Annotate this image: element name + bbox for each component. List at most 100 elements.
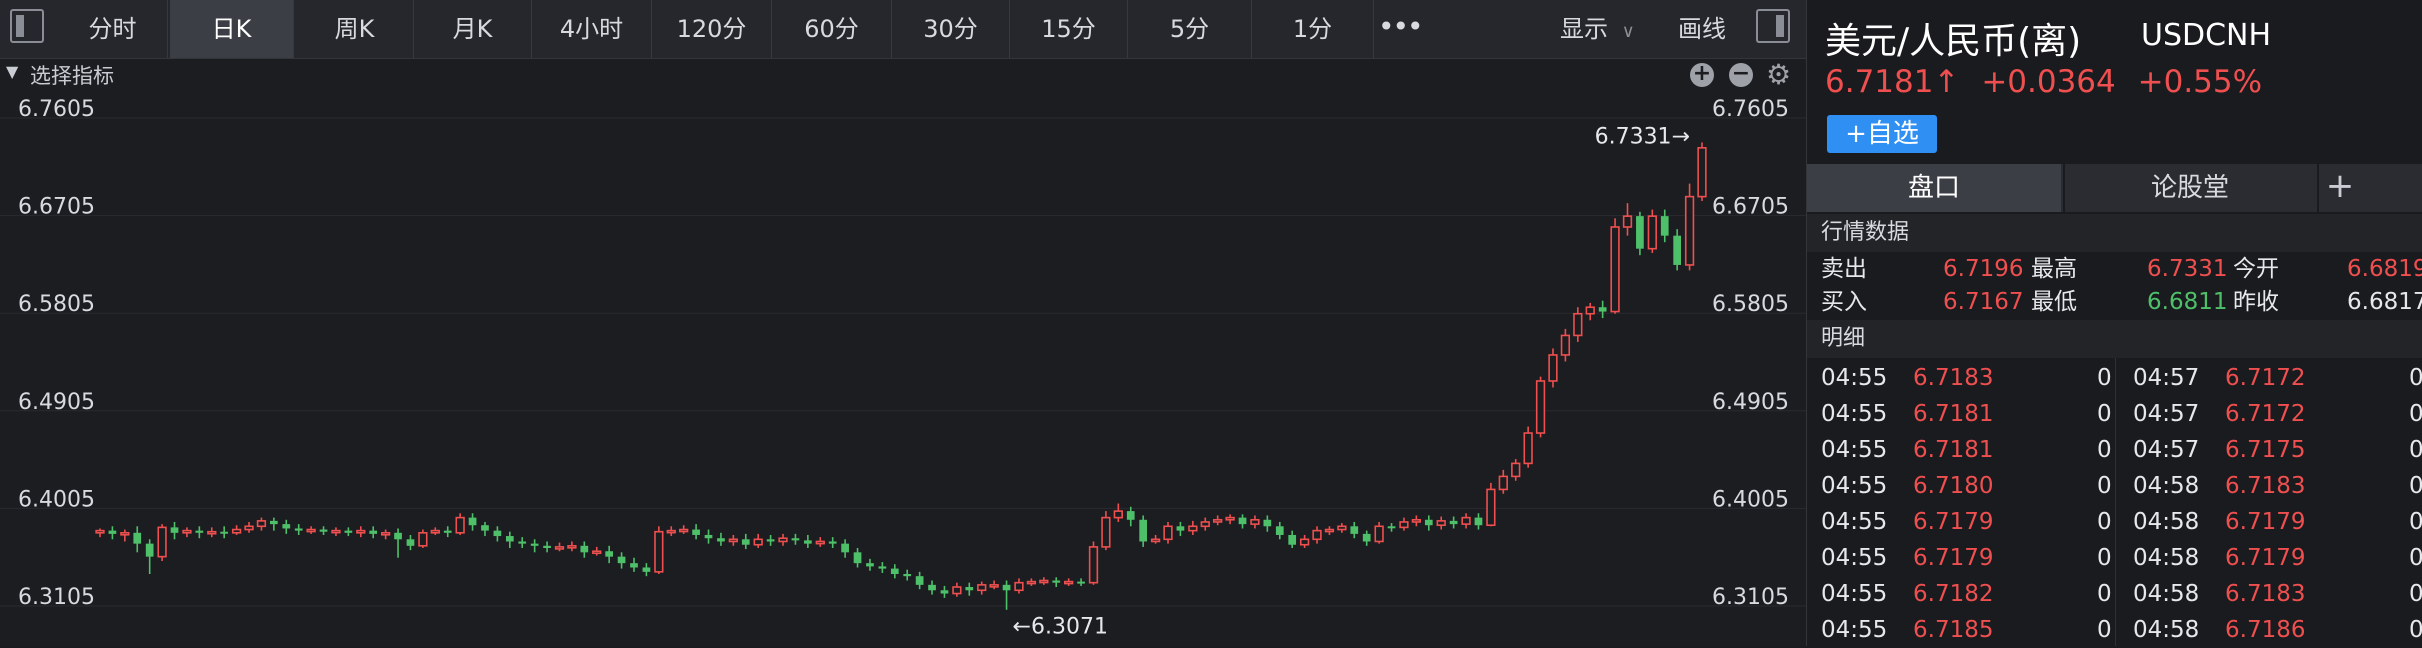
- candle-body-down: [1176, 526, 1185, 531]
- tab-15min[interactable]: 15分: [1010, 0, 1128, 58]
- add-tab-icon[interactable]: +: [2317, 164, 2361, 212]
- prev-close-label: 昨收: [2233, 289, 2279, 315]
- candle-body-down: [493, 530, 502, 537]
- prev-close-value: 6.6817: [2347, 289, 2422, 315]
- tab-monthly-k[interactable]: 月K: [414, 0, 532, 58]
- candle-body-up: [815, 540, 825, 545]
- detail-time: 04:55: [1821, 401, 1888, 427]
- candle-body-down: [1288, 534, 1297, 545]
- tab-5min[interactable]: 5分: [1128, 0, 1252, 58]
- select-indicator-button[interactable]: 选择指标: [30, 60, 114, 90]
- candle-body-up: [1374, 525, 1384, 543]
- tab-daily-k[interactable]: 日K: [170, 0, 294, 58]
- detail-price: 6.7183: [2225, 473, 2306, 499]
- add-watchlist-button[interactable]: +自选: [1827, 115, 1937, 153]
- candle-body-up: [380, 531, 391, 536]
- detail-time: 04:55: [1821, 437, 1888, 463]
- candle-body-up: [728, 538, 738, 543]
- candle-body-up: [306, 528, 316, 533]
- tab-fenshi[interactable]: 分时: [58, 0, 168, 58]
- y-tick-label-left: 6.4005: [18, 487, 95, 512]
- y-tick-label-left: 6.6705: [18, 195, 95, 220]
- candle-body-down: [915, 576, 924, 585]
- tab-weekly-k[interactable]: 周K: [296, 0, 414, 58]
- candle-body-up: [1523, 432, 1533, 465]
- tab-4hour[interactable]: 4小时: [532, 0, 652, 58]
- y-tick-label-right: 6.6705: [1712, 195, 1789, 220]
- candle-body-up: [1039, 579, 1049, 584]
- display-dropdown[interactable]: 显示 ∨: [1560, 0, 1635, 58]
- detail-time: 04:58: [2133, 509, 2200, 535]
- bid-value: 6.7167: [1943, 289, 2024, 315]
- low-value: 6.6811: [2147, 289, 2228, 315]
- candle-body-down: [1673, 235, 1682, 265]
- candle-body-down: [481, 525, 489, 531]
- detail-volume: 0: [2409, 365, 2422, 391]
- detail-volume: 0: [2097, 365, 2112, 391]
- candle-body-down: [1660, 216, 1669, 236]
- draw-line-button[interactable]: 画线: [1678, 0, 1726, 58]
- gear-icon[interactable]: ⚙: [1766, 58, 1791, 91]
- candle-body-down: [270, 520, 278, 525]
- candle-body-down: [294, 528, 303, 531]
- candle-body-down: [605, 551, 614, 557]
- quote-panel: 美元/人民币(离) USDCNH 6.7181↑ +0.0364 +0.55% …: [1806, 0, 2422, 646]
- candle-body-up: [455, 516, 465, 534]
- high-label: 最高: [2031, 256, 2077, 282]
- detail-price: 6.7183: [1913, 365, 1994, 391]
- tab-30min[interactable]: 30分: [892, 0, 1010, 58]
- left-panel-toggle-icon[interactable]: [10, 9, 44, 43]
- candle-body-down: [1362, 533, 1371, 542]
- detail-price: 6.7186: [2225, 617, 2306, 643]
- candle-body-down: [1474, 517, 1483, 526]
- candle-body-up: [1697, 147, 1707, 198]
- detail-time: 04:58: [2133, 545, 2200, 571]
- open-value: 6.6819: [2347, 256, 2422, 282]
- candle-body-up: [120, 531, 130, 536]
- detail-price: 6.7179: [2225, 545, 2306, 571]
- candle-body-down: [145, 543, 154, 557]
- candle-body-down: [394, 532, 402, 540]
- detail-volume: 0: [2097, 545, 2112, 571]
- detail-volume: 0: [2097, 401, 2112, 427]
- zoom-out-icon[interactable]: −: [1729, 63, 1753, 87]
- zoom-in-icon[interactable]: +: [1690, 63, 1714, 87]
- tab-lungutang[interactable]: 论股堂: [2063, 164, 2315, 212]
- candle-body-up: [1337, 525, 1347, 531]
- tab-pankou[interactable]: 盘口: [1807, 164, 2061, 212]
- candle-body-up: [554, 546, 565, 550]
- tab-120min[interactable]: 120分: [652, 0, 772, 58]
- detail-time: 04:57: [2133, 401, 2200, 427]
- y-tick-label-left: 6.5805: [18, 292, 95, 317]
- candle-body-down: [406, 539, 415, 546]
- candle-body-down: [108, 530, 117, 534]
- caret-down-icon[interactable]: ▼: [6, 62, 18, 81]
- market-row: 买入 6.7167 最低 6.6811 昨收 6.6817: [1807, 285, 2422, 319]
- detail-volume: 0: [2409, 545, 2422, 571]
- candle-body-up: [1113, 510, 1123, 519]
- candle-body-up: [753, 538, 763, 546]
- price-change-pct: +0.55%: [2137, 64, 2263, 100]
- more-menu-button[interactable]: •••: [1378, 0, 1424, 58]
- y-tick-label-right: 6.5805: [1712, 292, 1789, 317]
- detail-time: 04:57: [2133, 437, 2200, 463]
- detail-price: 6.7180: [1913, 473, 1994, 499]
- candle-body-up: [1064, 580, 1074, 585]
- candle-body-up: [1088, 546, 1099, 584]
- candle-body-down: [704, 534, 713, 539]
- candle-body-down: [369, 530, 378, 534]
- detail-volume: 0: [2409, 617, 2422, 643]
- candle-body-up: [1684, 195, 1695, 266]
- right-panel-toggle-icon[interactable]: [1756, 9, 1790, 43]
- detail-volume: 0: [2409, 473, 2422, 499]
- candle-body-down: [965, 587, 974, 591]
- candle-body-down: [344, 530, 353, 533]
- display-label: 显示: [1560, 15, 1608, 43]
- market-row: 卖出 6.7196 最高 6.7331 今开 6.6819: [1807, 252, 2422, 286]
- tab-60min[interactable]: 60分: [772, 0, 892, 58]
- tab-1min[interactable]: 1分: [1252, 0, 1374, 58]
- price-row: 6.7181↑ +0.0364 +0.55%: [1825, 64, 2262, 100]
- detail-time: 04:58: [2133, 581, 2200, 607]
- candle-body-down: [1126, 511, 1135, 520]
- candlestick-chart[interactable]: 6.7605 6.7605 6.6705 6.6705 6.5805 6.5805 6.49…: [0, 92, 1806, 646]
